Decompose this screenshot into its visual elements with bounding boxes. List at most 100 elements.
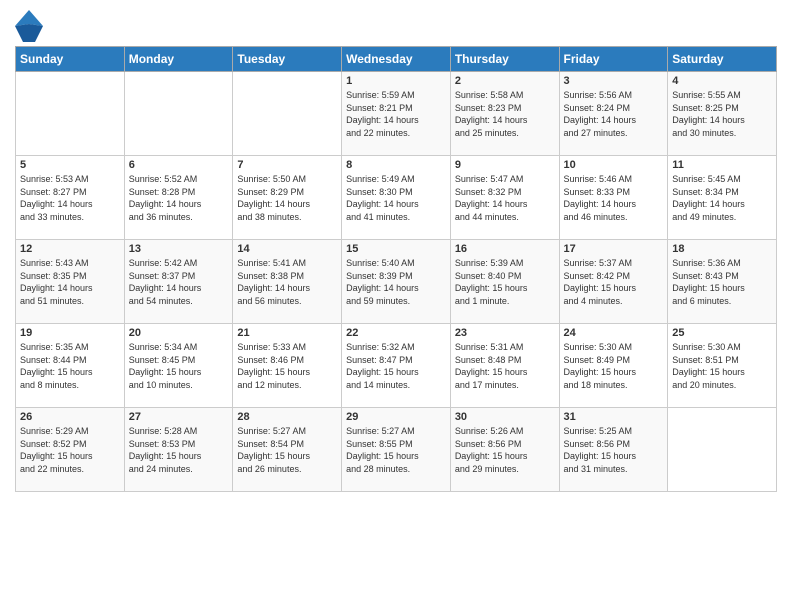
day-info: Sunrise: 5:34 AM Sunset: 8:45 PM Dayligh… (129, 341, 229, 391)
day-info: Sunrise: 5:31 AM Sunset: 8:48 PM Dayligh… (455, 341, 555, 391)
day-info: Sunrise: 5:36 AM Sunset: 8:43 PM Dayligh… (672, 257, 772, 307)
day-cell: 13 Sunrise: 5:42 AM Sunset: 8:37 PM Dayli… (124, 240, 233, 324)
day-cell: 12 Sunrise: 5:43 AM Sunset: 8:35 PM Dayli… (16, 240, 125, 324)
day-info: Sunrise: 5:35 AM Sunset: 8:44 PM Dayligh… (20, 341, 120, 391)
week-row-5: 26Sunrise: 5:29 AM Sunset: 8:52 PM Dayli… (16, 408, 777, 492)
day-cell: 27 Sunrise: 5:28 AM Sunset: 8:53 PM Dayli… (124, 408, 233, 492)
week-row-2: 5 Sunrise: 5:53 AM Sunset: 8:27 PM Daylig… (16, 156, 777, 240)
day-number: 6 (129, 159, 229, 171)
day-cell: 7Sunrise: 5:50 AM Sunset: 8:29 PM Daylig… (233, 156, 342, 240)
day-number: 27 (129, 411, 229, 423)
day-info: Sunrise: 5:52 AM Sunset: 8:28 PM Dayligh… (129, 173, 229, 223)
day-cell: 6 Sunrise: 5:52 AM Sunset: 8:28 PM Daylig… (124, 156, 233, 240)
day-cell: 1 Sunrise: 5:59 AM Sunset: 8:21 PM Daylig… (342, 72, 451, 156)
day-number: 1 (346, 75, 446, 87)
day-number: 31 (564, 411, 664, 423)
day-info: Sunrise: 5:26 AM Sunset: 8:56 PM Dayligh… (455, 425, 555, 475)
day-cell: 17 Sunrise: 5:37 AM Sunset: 8:42 PM Dayli… (559, 240, 668, 324)
day-number: 24 (564, 327, 664, 339)
day-cell: 8 Sunrise: 5:49 AM Sunset: 8:30 PM Daylig… (342, 156, 451, 240)
day-info: Sunrise: 5:47 AM Sunset: 8:32 PM Dayligh… (455, 173, 555, 223)
day-number: 5 (20, 159, 120, 171)
day-info: Sunrise: 5:42 AM Sunset: 8:37 PM Dayligh… (129, 257, 229, 307)
day-cell: 22Sunrise: 5:32 AM Sunset: 8:47 PM Dayli… (342, 324, 451, 408)
day-number: 11 (672, 159, 772, 171)
day-number: 19 (20, 327, 120, 339)
day-number: 12 (20, 243, 120, 255)
day-number: 29 (346, 411, 446, 423)
logo-icon (15, 10, 43, 38)
calendar-table: SundayMondayTuesdayWednesdayThursdayFrid… (15, 46, 777, 492)
days-header-row: SundayMondayTuesdayWednesdayThursdayFrid… (16, 47, 777, 72)
day-number: 10 (564, 159, 664, 171)
header (15, 10, 777, 38)
day-cell (124, 72, 233, 156)
day-info: Sunrise: 5:39 AM Sunset: 8:40 PM Dayligh… (455, 257, 555, 307)
week-row-3: 12 Sunrise: 5:43 AM Sunset: 8:35 PM Dayli… (16, 240, 777, 324)
day-header-monday: Monday (124, 47, 233, 72)
day-cell: 4 Sunrise: 5:55 AM Sunset: 8:25 PM Daylig… (668, 72, 777, 156)
day-number: 2 (455, 75, 555, 87)
day-cell: 24 Sunrise: 5:30 AM Sunset: 8:49 PM Dayli… (559, 324, 668, 408)
day-cell: 23 Sunrise: 5:31 AM Sunset: 8:48 PM Dayli… (450, 324, 559, 408)
day-info: Sunrise: 5:45 AM Sunset: 8:34 PM Dayligh… (672, 173, 772, 223)
day-cell: 16Sunrise: 5:39 AM Sunset: 8:40 PM Dayli… (450, 240, 559, 324)
day-number: 4 (672, 75, 772, 87)
day-header-thursday: Thursday (450, 47, 559, 72)
day-number: 26 (20, 411, 120, 423)
day-info: Sunrise: 5:25 AM Sunset: 8:56 PM Dayligh… (564, 425, 664, 475)
day-info: Sunrise: 5:28 AM Sunset: 8:53 PM Dayligh… (129, 425, 229, 475)
day-info: Sunrise: 5:33 AM Sunset: 8:46 PM Dayligh… (237, 341, 337, 391)
day-number: 3 (564, 75, 664, 87)
day-info: Sunrise: 5:46 AM Sunset: 8:33 PM Dayligh… (564, 173, 664, 223)
day-cell: 30 Sunrise: 5:26 AM Sunset: 8:56 PM Dayli… (450, 408, 559, 492)
day-number: 15 (346, 243, 446, 255)
day-cell: 18Sunrise: 5:36 AM Sunset: 8:43 PM Dayli… (668, 240, 777, 324)
day-cell: 20 Sunrise: 5:34 AM Sunset: 8:45 PM Dayli… (124, 324, 233, 408)
week-row-1: 1 Sunrise: 5:59 AM Sunset: 8:21 PM Daylig… (16, 72, 777, 156)
day-cell (16, 72, 125, 156)
day-cell (668, 408, 777, 492)
day-cell: 19 Sunrise: 5:35 AM Sunset: 8:44 PM Dayli… (16, 324, 125, 408)
week-row-4: 19 Sunrise: 5:35 AM Sunset: 8:44 PM Dayli… (16, 324, 777, 408)
day-number: 8 (346, 159, 446, 171)
logo (15, 10, 46, 38)
day-cell: 29 Sunrise: 5:27 AM Sunset: 8:55 PM Dayli… (342, 408, 451, 492)
day-number: 17 (564, 243, 664, 255)
day-header-tuesday: Tuesday (233, 47, 342, 72)
day-number: 28 (237, 411, 337, 423)
day-cell: 15Sunrise: 5:40 AM Sunset: 8:39 PM Dayli… (342, 240, 451, 324)
day-number: 20 (129, 327, 229, 339)
day-info: Sunrise: 5:43 AM Sunset: 8:35 PM Dayligh… (20, 257, 120, 307)
day-number: 23 (455, 327, 555, 339)
day-cell: 21 Sunrise: 5:33 AM Sunset: 8:46 PM Dayli… (233, 324, 342, 408)
day-info: Sunrise: 5:53 AM Sunset: 8:27 PM Dayligh… (20, 173, 120, 223)
day-info: Sunrise: 5:56 AM Sunset: 8:24 PM Dayligh… (564, 89, 664, 139)
day-info: Sunrise: 5:58 AM Sunset: 8:23 PM Dayligh… (455, 89, 555, 139)
day-info: Sunrise: 5:27 AM Sunset: 8:55 PM Dayligh… (346, 425, 446, 475)
day-cell: 14 Sunrise: 5:41 AM Sunset: 8:38 PM Dayli… (233, 240, 342, 324)
day-number: 9 (455, 159, 555, 171)
day-info: Sunrise: 5:59 AM Sunset: 8:21 PM Dayligh… (346, 89, 446, 139)
day-cell: 9 Sunrise: 5:47 AM Sunset: 8:32 PM Daylig… (450, 156, 559, 240)
day-cell: 11 Sunrise: 5:45 AM Sunset: 8:34 PM Dayli… (668, 156, 777, 240)
day-info: Sunrise: 5:37 AM Sunset: 8:42 PM Dayligh… (564, 257, 664, 307)
day-cell: 5 Sunrise: 5:53 AM Sunset: 8:27 PM Daylig… (16, 156, 125, 240)
day-info: Sunrise: 5:30 AM Sunset: 8:49 PM Dayligh… (564, 341, 664, 391)
day-cell: 2 Sunrise: 5:58 AM Sunset: 8:23 PM Daylig… (450, 72, 559, 156)
day-cell: 10 Sunrise: 5:46 AM Sunset: 8:33 PM Dayli… (559, 156, 668, 240)
day-header-saturday: Saturday (668, 47, 777, 72)
day-number: 13 (129, 243, 229, 255)
day-info: Sunrise: 5:32 AM Sunset: 8:47 PM Dayligh… (346, 341, 446, 391)
day-info: Sunrise: 5:55 AM Sunset: 8:25 PM Dayligh… (672, 89, 772, 139)
day-info: Sunrise: 5:49 AM Sunset: 8:30 PM Dayligh… (346, 173, 446, 223)
day-info: Sunrise: 5:41 AM Sunset: 8:38 PM Dayligh… (237, 257, 337, 307)
day-number: 25 (672, 327, 772, 339)
day-header-sunday: Sunday (16, 47, 125, 72)
day-cell: 26Sunrise: 5:29 AM Sunset: 8:52 PM Dayli… (16, 408, 125, 492)
day-number: 21 (237, 327, 337, 339)
day-number: 30 (455, 411, 555, 423)
day-info: Sunrise: 5:30 AM Sunset: 8:51 PM Dayligh… (672, 341, 772, 391)
day-number: 14 (237, 243, 337, 255)
day-info: Sunrise: 5:50 AM Sunset: 8:29 PM Dayligh… (237, 173, 337, 223)
